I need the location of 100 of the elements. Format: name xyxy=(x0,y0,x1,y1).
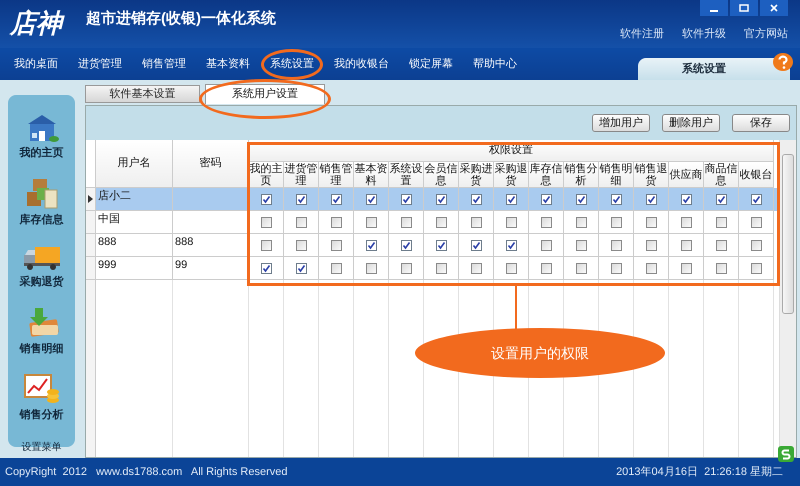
checkbox[interactable] xyxy=(506,194,516,204)
checkbox[interactable] xyxy=(260,262,272,274)
column-header: 系统设置 xyxy=(389,162,424,188)
maximize-button[interactable] xyxy=(730,0,758,16)
checkbox[interactable] xyxy=(260,194,272,204)
checkbox[interactable] xyxy=(716,216,726,228)
ime-icon[interactable] xyxy=(778,446,794,462)
checkbox[interactable] xyxy=(470,194,482,204)
checkbox[interactable] xyxy=(366,194,376,204)
checkbox[interactable] xyxy=(540,194,552,204)
nav-item[interactable]: 我的桌面 xyxy=(5,48,67,80)
checkbox[interactable] xyxy=(576,194,586,204)
table-cell: 店小二 xyxy=(98,190,131,202)
checkbox[interactable] xyxy=(260,240,272,250)
column-header: 销售退货 xyxy=(634,162,669,188)
checkbox[interactable] xyxy=(750,240,762,250)
sidebar-item[interactable]: 销售分析 xyxy=(20,373,64,424)
checkbox[interactable] xyxy=(610,262,622,274)
toolbar-button[interactable]: 增加用户 xyxy=(592,114,650,132)
checkbox[interactable] xyxy=(540,216,552,228)
checkbox[interactable] xyxy=(716,262,726,274)
checkbox[interactable] xyxy=(750,216,762,228)
column-header: 我的主页 xyxy=(249,162,284,188)
minimize-button[interactable] xyxy=(700,0,728,16)
scrollbar-thumb[interactable] xyxy=(782,154,794,314)
checkbox[interactable] xyxy=(470,240,482,250)
nav-item[interactable]: 基本资料 xyxy=(197,48,259,80)
column-header: 密码 xyxy=(173,140,249,188)
checkbox[interactable] xyxy=(366,240,376,250)
checkbox[interactable] xyxy=(716,240,726,250)
checkbox[interactable] xyxy=(366,216,376,228)
header-link[interactable]: 软件注册 xyxy=(620,26,664,42)
window-title: 超市进销存(收银)一体化系统 xyxy=(85,8,276,29)
checkbox[interactable] xyxy=(400,240,412,250)
checkbox[interactable] xyxy=(296,262,306,274)
checkbox[interactable] xyxy=(646,216,656,228)
checkbox[interactable] xyxy=(540,240,552,250)
checkbox[interactable] xyxy=(470,216,482,228)
sidebar-item[interactable]: 我的主页 xyxy=(20,113,64,162)
row-header[interactable] xyxy=(86,188,96,211)
tab[interactable]: 软件基本设置 xyxy=(85,85,200,103)
close-button[interactable] xyxy=(760,0,788,16)
checkbox[interactable] xyxy=(400,262,412,274)
tab[interactable]: 系统用户设置 xyxy=(205,84,325,104)
checkbox[interactable] xyxy=(296,194,306,204)
checkbox[interactable] xyxy=(646,194,656,204)
checkbox[interactable] xyxy=(750,262,762,274)
column-header: 库存信息 xyxy=(529,162,564,188)
checkbox[interactable] xyxy=(506,262,516,274)
checkbox[interactable] xyxy=(576,216,586,228)
toolbar-button[interactable]: 保存 xyxy=(732,114,790,132)
nav-item[interactable]: 我的收银台 xyxy=(325,48,398,80)
checkbox[interactable] xyxy=(436,262,446,274)
checkbox[interactable] xyxy=(400,216,412,228)
checkbox[interactable] xyxy=(750,194,762,204)
checkbox[interactable] xyxy=(330,216,342,228)
checkbox[interactable] xyxy=(330,194,342,204)
checkbox[interactable] xyxy=(366,262,376,274)
checkbox[interactable] xyxy=(610,194,622,204)
nav-item[interactable]: 帮助中心 xyxy=(464,48,526,80)
column-header: 收银台 xyxy=(739,162,774,188)
checkbox[interactable] xyxy=(436,216,446,228)
header-link[interactable]: 官方网站 xyxy=(744,26,788,42)
checkbox[interactable] xyxy=(646,262,656,274)
nav-item[interactable]: 销售管理 xyxy=(133,48,195,80)
sidebar-item[interactable]: 库存信息 xyxy=(20,178,64,228)
close-icon xyxy=(769,4,779,12)
logo: 店神 xyxy=(0,0,80,48)
checkbox[interactable] xyxy=(330,262,342,274)
toolbar-button[interactable]: 删除用户 xyxy=(662,114,720,132)
checkbox[interactable] xyxy=(680,194,692,204)
column-header: 销售管理 xyxy=(319,162,354,188)
checkbox[interactable] xyxy=(470,262,482,274)
checkbox[interactable] xyxy=(436,194,446,204)
checkbox[interactable] xyxy=(646,240,656,250)
checkbox[interactable] xyxy=(330,240,342,250)
checkbox[interactable] xyxy=(680,262,692,274)
checkbox[interactable] xyxy=(400,194,412,204)
checkbox[interactable] xyxy=(716,194,726,204)
checkbox[interactable] xyxy=(610,216,622,228)
checkbox[interactable] xyxy=(540,262,552,274)
checkbox[interactable] xyxy=(260,216,272,228)
sidebar-item[interactable]: 销售明细 xyxy=(20,306,64,357)
checkbox[interactable] xyxy=(610,240,622,250)
table-row[interactable]: 店小二 xyxy=(86,188,779,211)
nav-item[interactable]: 锁定屏幕 xyxy=(400,48,462,80)
checkbox[interactable] xyxy=(576,240,586,250)
sidebar-item[interactable]: 采购退货 xyxy=(20,244,64,290)
checkbox[interactable] xyxy=(506,216,516,228)
scrollbar[interactable] xyxy=(779,140,796,457)
checkbox[interactable] xyxy=(680,216,692,228)
checkbox[interactable] xyxy=(680,240,692,250)
checkbox[interactable] xyxy=(506,240,516,250)
help-icon[interactable] xyxy=(772,52,794,72)
checkbox[interactable] xyxy=(576,262,586,274)
checkbox[interactable] xyxy=(436,240,446,250)
nav-item[interactable]: 进货管理 xyxy=(69,48,131,80)
checkbox[interactable] xyxy=(296,216,306,228)
header-link[interactable]: 软件升级 xyxy=(682,26,726,42)
checkbox[interactable] xyxy=(296,240,306,250)
